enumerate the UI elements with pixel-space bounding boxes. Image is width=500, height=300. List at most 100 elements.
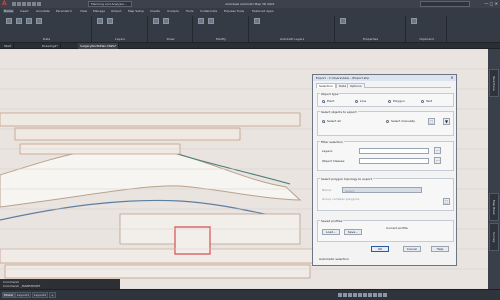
ortho-toggle-icon[interactable] xyxy=(348,293,352,297)
cancel-button[interactable]: Cancel xyxy=(403,246,421,252)
tab-view[interactable]: View xyxy=(80,9,87,13)
tab-express-tools[interactable]: Express Tools xyxy=(224,9,244,13)
sidebar-tab-task-pane[interactable]: Task Pane xyxy=(489,69,499,97)
tab-parametric[interactable]: Parametric xyxy=(56,9,72,13)
layer-properties-icon[interactable] xyxy=(254,18,260,24)
command-line[interactable]: Command: Command: _MAPEXPORT xyxy=(0,279,120,289)
layout-tab-layout2[interactable]: Layout2 xyxy=(32,292,49,298)
object-classes-picker-icon[interactable]: ⋯ xyxy=(434,157,441,164)
quick-access-toolbar xyxy=(12,1,56,7)
sidebar-tab-map-book[interactable]: Map Book xyxy=(489,193,499,221)
block-band-1 xyxy=(0,112,301,127)
load-button[interactable]: Load... xyxy=(322,229,340,235)
paste-icon[interactable] xyxy=(411,18,417,24)
snap-toggle-icon[interactable] xyxy=(343,293,347,297)
save-button[interactable]: Save... xyxy=(344,229,362,235)
redo-icon[interactable] xyxy=(32,2,36,6)
sidebar-tab-survey[interactable]: Survey xyxy=(489,223,499,251)
workspace-dropdown[interactable]: Planning and Analysis... xyxy=(88,1,132,7)
radio-select-manually[interactable] xyxy=(386,120,389,123)
radio-text[interactable] xyxy=(421,100,424,103)
title-bar: A Planning and Analysis... Autodesk Auto… xyxy=(0,0,500,8)
customization-icon[interactable] xyxy=(383,293,387,297)
radio-polygon[interactable] xyxy=(388,100,391,103)
plot-icon[interactable] xyxy=(37,2,41,6)
tab-options[interactable]: Options xyxy=(347,83,365,88)
rotate-icon[interactable] xyxy=(208,18,214,24)
close-icon[interactable]: × xyxy=(449,75,455,81)
window-controls[interactable]: — ▢ ✕ xyxy=(478,1,498,7)
match-properties-icon[interactable] xyxy=(340,18,346,24)
panel-modify-label: Modify xyxy=(216,37,226,41)
filter-icon[interactable]: ▼ xyxy=(443,118,450,125)
command-line-entry: Command: _MAPEXPORT xyxy=(3,284,41,288)
panel-draw-label: Draw xyxy=(166,37,175,41)
object-type-title: Object type xyxy=(320,92,340,96)
lineweight-toggle-icon[interactable] xyxy=(368,293,372,297)
workspace-switch-icon[interactable] xyxy=(378,293,382,297)
radio-select-all[interactable] xyxy=(322,120,325,123)
otrack-toggle-icon[interactable] xyxy=(363,293,367,297)
tab-featured-apps[interactable]: Featured Apps xyxy=(252,9,274,13)
polyline-icon[interactable] xyxy=(163,18,169,24)
help-button[interactable]: Help xyxy=(431,246,449,252)
undo-icon[interactable] xyxy=(27,2,31,6)
annotation-scale-icon[interactable] xyxy=(373,293,377,297)
export-icon[interactable] xyxy=(26,18,32,24)
profile-group: Saved profiles Load... Save... Current p… xyxy=(317,219,454,242)
object-classes-input[interactable] xyxy=(359,158,429,164)
layer-state-icon[interactable] xyxy=(107,18,113,24)
block-band-2 xyxy=(14,127,241,141)
polar-toggle-icon[interactable] xyxy=(353,293,357,297)
dialog-tabs: Selection Data Options xyxy=(316,83,451,88)
tab-output[interactable]: Output xyxy=(111,9,121,13)
name-select[interactable]: Select xyxy=(342,187,422,193)
layers-input[interactable] xyxy=(359,148,429,154)
select-objects-icon[interactable]: ⬚ xyxy=(428,118,435,125)
autocad-logo-icon[interactable]: A xyxy=(2,1,8,7)
new-icon[interactable] xyxy=(12,2,16,6)
osnap-toggle-icon[interactable] xyxy=(358,293,362,297)
tab-create[interactable]: Create xyxy=(150,9,160,13)
panel-clipboard-label: Clipboard xyxy=(419,37,434,41)
tab-analyze[interactable]: Analyze xyxy=(167,9,179,13)
connect-icon[interactable] xyxy=(6,18,12,24)
select-objects-group: Select objects to export Select all Sele… xyxy=(317,110,454,136)
panel-clipboard: Clipboard xyxy=(407,16,447,42)
tab-insert[interactable]: Insert xyxy=(20,9,29,13)
import-icon[interactable] xyxy=(16,18,22,24)
tab-manage[interactable]: Manage xyxy=(93,9,105,13)
dialog-title: Export - C:\Users\Ada\...\Export.shp xyxy=(313,75,456,81)
group-complex-polygons-label: Group complex polygons xyxy=(322,197,360,201)
tab-selection[interactable]: Selection xyxy=(316,83,336,88)
save-icon[interactable] xyxy=(22,2,26,6)
tab-tools[interactable]: Tools xyxy=(186,9,193,13)
radio-text-label: Text xyxy=(426,99,433,103)
radio-select-all-label: Select all xyxy=(327,119,341,123)
grid-toggle-icon[interactable] xyxy=(338,293,342,297)
line-icon[interactable] xyxy=(153,18,159,24)
tab-annotate[interactable]: Annotate xyxy=(36,9,50,13)
ribbon: Home Insert Annotate Parametric View Man… xyxy=(0,8,500,43)
tab-home[interactable]: Home xyxy=(3,9,14,13)
open-icon[interactable] xyxy=(17,2,21,6)
profile-title: Saved profiles xyxy=(320,219,344,223)
layout-tab-layout1[interactable]: Layout1 xyxy=(15,292,32,298)
radio-line[interactable] xyxy=(355,100,358,103)
right-sidebar: Task Pane Map Book Survey xyxy=(488,49,500,289)
radio-point[interactable] xyxy=(322,100,325,103)
search-box[interactable] xyxy=(420,1,470,7)
attach-icon[interactable] xyxy=(36,18,42,24)
panel-layers-label: Layers xyxy=(115,37,125,41)
layout-tab-model[interactable]: Model xyxy=(2,292,16,298)
status-icons xyxy=(338,292,498,299)
polygon-picker-icon[interactable]: ⬚ xyxy=(443,198,450,205)
ok-button[interactable]: OK xyxy=(371,246,389,252)
move-icon[interactable] xyxy=(198,18,204,24)
tab-map-setup[interactable]: Map Setup xyxy=(128,9,144,13)
radio-polygon-label: Polygon xyxy=(393,99,405,103)
layers-picker-icon[interactable]: ⋯ xyxy=(434,147,441,154)
tab-collaborate[interactable]: Collaborate xyxy=(200,9,217,13)
layer-icon[interactable] xyxy=(97,18,103,24)
add-layout-button[interactable]: + xyxy=(49,292,56,298)
